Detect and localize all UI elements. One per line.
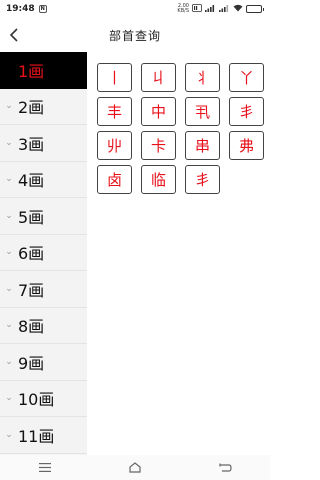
radical-button[interactable]: 卤 xyxy=(97,165,132,194)
system-nav-bar xyxy=(0,455,270,480)
chevron-down-icon: ⌄ xyxy=(5,247,13,258)
chevron-down-icon: ⌄ xyxy=(5,174,13,185)
net-speed: 2.00 KB/S xyxy=(177,4,189,14)
stroke-item-9[interactable]: ⌄ 9画 xyxy=(0,344,87,381)
chevron-down-icon: ⌄ xyxy=(5,320,13,331)
status-bar: 19:48 N 2.00 KB/S xyxy=(0,0,270,18)
stroke-item-label: 9画 xyxy=(18,353,45,373)
stroke-item-label: 4画 xyxy=(18,171,45,191)
stroke-item-2[interactable]: ⌄ 2画 xyxy=(0,89,87,125)
status-left: 19:48 N xyxy=(6,4,47,14)
chevron-down-icon: ⌄ xyxy=(5,210,13,221)
stroke-item-6[interactable]: ⌄ 6画 xyxy=(0,235,87,271)
status-right: 2.00 KB/S xyxy=(177,4,264,14)
net-speed-unit: KB/S xyxy=(177,8,189,14)
menu-icon[interactable] xyxy=(25,455,65,480)
stroke-item-1[interactable]: 1画 xyxy=(0,52,87,89)
stroke-item-7[interactable]: ⌄ 7画 xyxy=(0,271,87,308)
stroke-item-label: 2画 xyxy=(18,98,45,118)
radical-button[interactable]: 丬 xyxy=(185,63,220,92)
radical-button[interactable]: 丯 xyxy=(185,165,220,194)
stroke-item-3[interactable]: ⌄ 3画 xyxy=(0,125,87,162)
header: 部首查询 xyxy=(0,18,270,52)
status-time: 19:48 xyxy=(6,4,35,14)
hd-icon xyxy=(192,4,202,14)
stroke-item-label: 10画 xyxy=(18,390,55,410)
stroke-item-label: 6画 xyxy=(18,244,45,264)
radical-button[interactable]: 临 xyxy=(141,165,176,194)
stroke-item-label: 8画 xyxy=(18,317,45,337)
home-icon[interactable] xyxy=(115,455,155,480)
stroke-item-label: 7画 xyxy=(18,280,45,300)
radical-button[interactable]: 中 xyxy=(141,97,176,126)
radical-button[interactable]: 弗 xyxy=(229,131,264,160)
chevron-down-icon: ⌄ xyxy=(5,101,13,112)
stroke-item-label: 11画 xyxy=(18,426,55,446)
radical-button[interactable]: 丨 xyxy=(97,63,132,92)
radical-button[interactable]: 卡 xyxy=(141,131,176,160)
radical-button[interactable]: 丱 xyxy=(97,131,132,160)
stroke-item-5[interactable]: ⌄ 5画 xyxy=(0,198,87,235)
notification-icon: N xyxy=(38,5,47,13)
radical-button[interactable]: 丩 xyxy=(141,63,176,92)
chevron-down-icon: ⌄ xyxy=(5,137,13,148)
wifi-icon xyxy=(233,4,243,14)
back-nav-icon[interactable] xyxy=(205,455,245,480)
page-title: 部首查询 xyxy=(108,28,161,43)
radical-button[interactable]: 丰 xyxy=(97,97,132,126)
stroke-count-sidebar: 1画 ⌄ 2画 ⌄ 3画 ⌄ 4画 ⌄ 5画 ⌄ 6画 ⌄ 7画 ⌄ 8画 ⌄ 9画 ⌄ 10画 ⌄ 11画 xyxy=(0,52,87,455)
stroke-item-4[interactable]: ⌄ 4画 xyxy=(0,162,87,198)
radical-grid: 丨丩丬丫丰中丮丯丱卡串弗卤临丯 xyxy=(97,63,265,194)
radical-button[interactable]: 丫 xyxy=(229,63,264,92)
signal-icon xyxy=(205,4,216,14)
battery-icon xyxy=(246,5,264,13)
stroke-item-label: 1画 xyxy=(18,61,45,81)
chevron-down-icon: ⌄ xyxy=(5,393,13,404)
stroke-item-label: 5画 xyxy=(18,207,45,227)
signal-2-icon xyxy=(219,4,230,14)
stroke-item-11[interactable]: ⌄ 11画 xyxy=(0,417,87,454)
radical-button[interactable]: 串 xyxy=(185,131,220,160)
back-arrow-icon[interactable] xyxy=(6,25,22,45)
radical-button[interactable]: 丯 xyxy=(229,97,264,126)
stroke-item-label: 3画 xyxy=(18,134,45,154)
radical-button[interactable]: 丮 xyxy=(185,97,220,126)
stroke-item-8[interactable]: ⌄ 8画 xyxy=(0,308,87,344)
chevron-down-icon: ⌄ xyxy=(5,356,13,367)
stroke-item-10[interactable]: ⌄ 10画 xyxy=(0,381,87,417)
chevron-down-icon: ⌄ xyxy=(5,283,13,294)
chevron-down-icon: ⌄ xyxy=(5,429,13,440)
